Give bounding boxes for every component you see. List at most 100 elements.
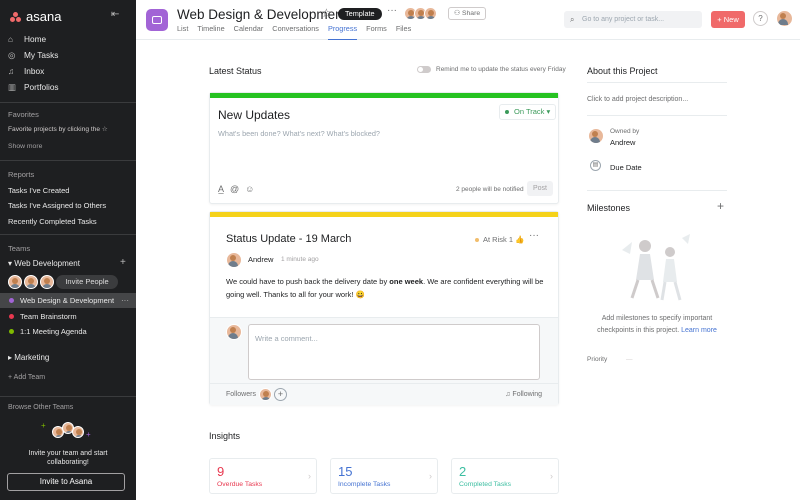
project-label: Web Design & Development [20,296,115,305]
tab-progress[interactable]: Progress [327,24,358,40]
owner-name[interactable]: Andrew [610,138,635,147]
learn-more-link[interactable]: Learn more [681,327,717,334]
search-input[interactable]: ⌕ Go to any project or task... [564,11,702,28]
project-color-dot [9,314,14,319]
emoji-icon[interactable]: ☺ [245,184,254,194]
insight-overdue[interactable]: 9 Overdue Tasks › [209,458,317,494]
tab-timeline[interactable]: Timeline [197,24,224,40]
insight-incomplete[interactable]: 15 Incomplete Tasks › [330,458,438,494]
sparkle-icon: + [86,430,91,439]
project-header: Web Design & Development ☆ Template ··· … [136,0,800,40]
team-marketing[interactable]: ▸ Marketing [8,353,49,362]
avatar[interactable] [8,275,22,289]
chart-icon: ▥ [8,82,16,92]
team-name: Marketing [14,353,50,362]
tab-files[interactable]: Files [396,24,411,40]
commenter-avatar [226,324,242,340]
divider [587,115,727,116]
add-follower-button[interactable]: + [274,388,287,401]
asana-logo-icon [10,11,22,22]
project-members[interactable] [404,7,437,20]
add-team-link[interactable]: + Add Team [8,374,45,381]
project-web-design[interactable]: Web Design & Development ··· [0,293,136,308]
tab-calendar[interactable]: Calendar [234,24,264,40]
team-members [8,275,54,289]
add-milestone-icon[interactable]: + [717,199,724,213]
project-description-input[interactable]: Click to add project description... [587,96,688,103]
favorites-header: Favorites [8,110,39,119]
status-text-input[interactable]: What's been done? What's next? What's bl… [218,129,380,138]
reports-header: Reports [8,170,35,179]
bell-icon: ♫ [8,66,15,76]
thumbs-up-icon[interactable]: 👍 [515,235,524,244]
asana-logo[interactable]: asana [10,9,61,24]
home-icon: ⌂ [8,34,14,44]
invite-people-button[interactable]: Invite People [56,275,118,289]
status-color-bar [210,93,558,98]
insight-completed[interactable]: 2 Completed Tasks › [451,458,559,494]
priority-value[interactable]: — [626,356,633,363]
status-update-title: Status Update - 19 March [226,233,352,245]
text-format-icon[interactable]: A̲ [218,184,224,194]
chevron-right-icon: › [429,471,432,481]
insight-value: 15 [338,464,353,479]
nav-home[interactable]: ⌂ Home [8,34,46,44]
project-meeting-agenda[interactable]: 1:1 Meeting Agenda [0,324,136,339]
insights-heading: Insights [209,431,241,441]
comment-input[interactable]: Write a comment... [248,324,540,380]
tab-forms[interactable]: Forms [366,24,387,40]
avatar[interactable] [40,275,54,289]
chevron-down-icon: ▾ [546,107,551,116]
following-button[interactable]: ♫ Following [505,391,542,398]
report-recently-completed[interactable]: Recently Completed Tasks [8,217,97,226]
project-icon[interactable] [146,9,168,31]
mention-icon[interactable]: @ [230,184,239,194]
status-dropdown[interactable]: On Track ▾ [499,104,556,120]
report-tasks-assigned[interactable]: Tasks I've Assigned to Others [8,201,106,210]
about-heading: About this Project [587,66,658,76]
new-button[interactable]: + New [711,11,745,28]
divider [0,160,136,161]
tab-list[interactable]: List [177,24,188,40]
teams-header: Teams [8,244,31,253]
owner-avatar[interactable] [588,128,604,144]
nav-inbox-label: Inbox [24,66,45,76]
project-team-brainstorm[interactable]: Team Brainstorm [0,309,136,324]
search-placeholder: Go to any project or task... [582,16,665,23]
milestones-illustration [622,234,690,301]
nav-inbox[interactable]: ♫ Inbox [8,66,44,76]
more-options-icon[interactable]: ··· [529,230,539,241]
tab-conversations[interactable]: Conversations [272,24,319,40]
author-avatar[interactable] [226,252,242,268]
post-button[interactable]: Post [527,181,553,196]
check-circle-icon: ◎ [8,50,16,60]
favorites-hint-text: Favorite projects by clicking the [8,126,100,133]
insight-label: Completed Tasks [459,481,512,488]
status-dropdown-value: On Track [514,107,545,116]
add-project-icon[interactable]: + [120,257,126,268]
divider [0,234,136,235]
more-options-icon[interactable]: ··· [121,296,129,305]
help-button[interactable]: ? [753,11,768,26]
show-more-link[interactable]: Show more [8,143,42,150]
report-tasks-created[interactable]: Tasks I've Created [8,186,69,195]
invite-to-asana-button[interactable]: Invite to Asana [7,473,125,491]
more-options-icon[interactable]: ··· [387,5,397,16]
user-avatar[interactable] [776,10,793,27]
follower-avatar[interactable] [259,388,272,401]
browse-teams-header[interactable]: Browse Other Teams [8,404,73,411]
collapse-sidebar-icon[interactable]: ⇤ [111,10,123,20]
remind-toggle[interactable] [417,66,431,73]
star-icon[interactable]: ☆ [321,6,332,20]
team-web-development[interactable]: ▾ Web Development [8,259,80,268]
author-name[interactable]: Andrew [248,255,273,264]
share-button[interactable]: ⚇ Share [448,7,487,20]
nav-my-tasks[interactable]: ◎ My Tasks [8,50,58,60]
sparkle-icon: + [41,421,46,430]
brand-name: asana [26,9,62,24]
nav-portfolios[interactable]: ▥ Portfolios [8,82,59,92]
avatar[interactable] [24,275,38,289]
new-update-title[interactable]: New Updates [218,108,290,122]
remind-toggle-label: Remind me to update the status every Fri… [436,66,566,73]
due-date-field[interactable]: Due Date [610,163,642,172]
